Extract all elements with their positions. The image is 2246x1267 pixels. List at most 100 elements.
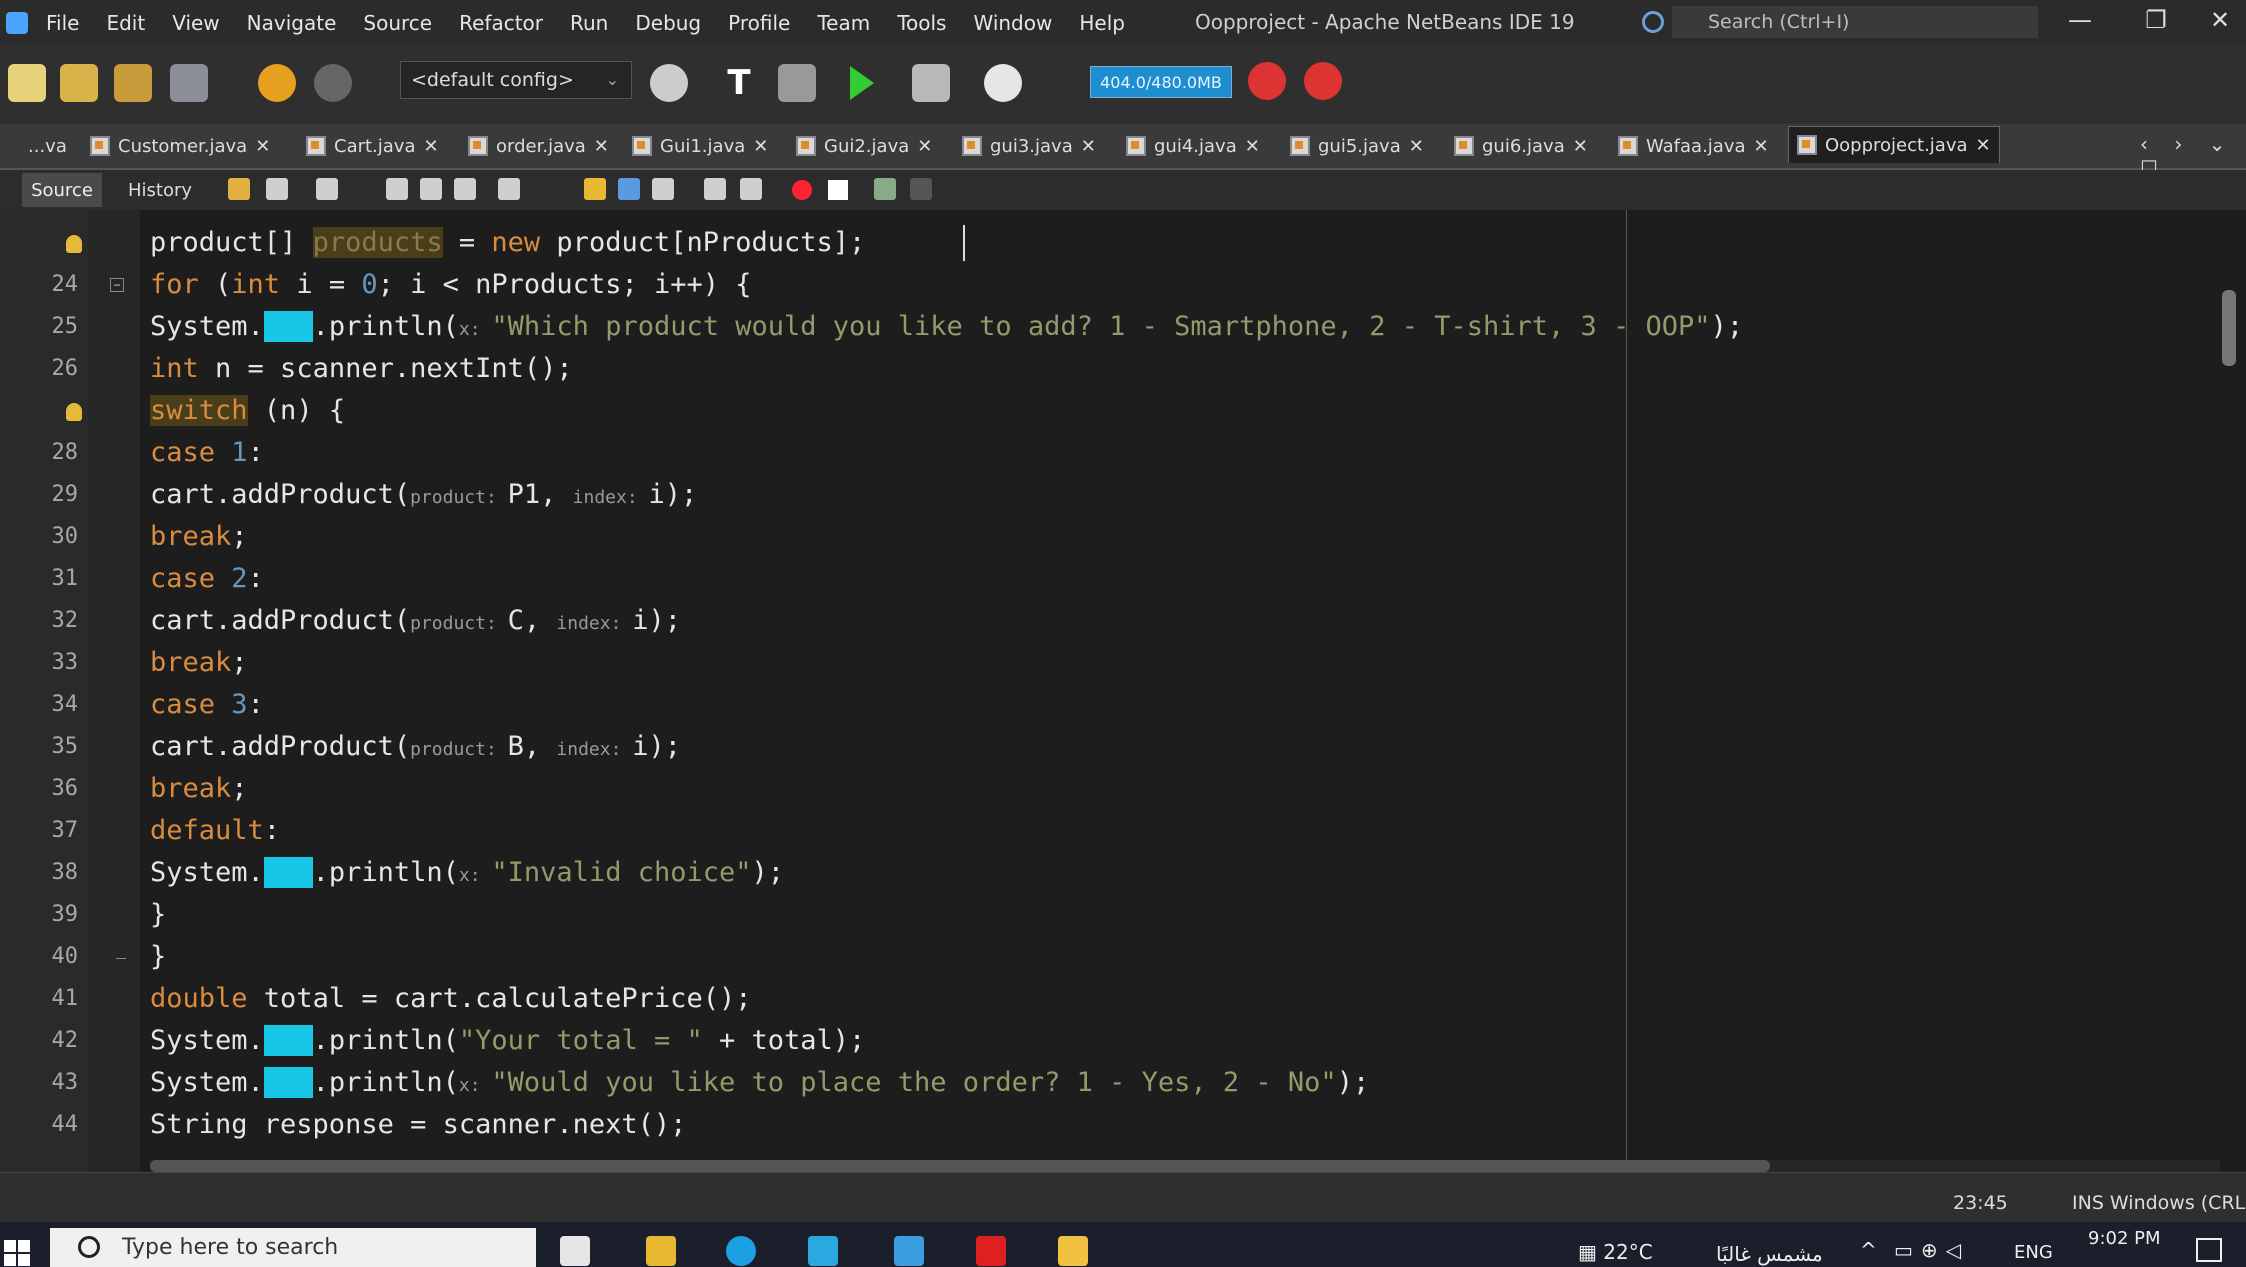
close-icon[interactable]: ✕	[917, 136, 932, 157]
tab-order[interactable]: order.java ✕	[468, 128, 609, 164]
maximize-button[interactable]: ❐	[2136, 6, 2176, 34]
save-all-icon[interactable]	[170, 64, 208, 102]
clean-build-icon[interactable]	[778, 64, 816, 102]
close-icon[interactable]: ✕	[1976, 135, 1991, 156]
tab-oopproject[interactable]: Oopproject.java ✕	[1788, 126, 2000, 163]
find-next-icon[interactable]	[454, 178, 476, 200]
tab-customer[interactable]: Customer.java ✕	[90, 128, 270, 164]
shift-left-icon[interactable]	[704, 178, 726, 200]
code-line[interactable]: 35 cart.addProduct(product: B, index: i)…	[0, 728, 2246, 770]
ide-search-input[interactable]: Search (Ctrl+I)	[1642, 6, 2038, 38]
menu-team[interactable]: Team	[817, 11, 870, 35]
netbeans-taskbar-icon[interactable]	[1058, 1236, 1088, 1266]
next-bookmark-icon[interactable]	[618, 178, 640, 200]
menu-tools[interactable]: Tools	[897, 11, 946, 35]
tab-gui6[interactable]: gui6.java ✕	[1454, 128, 1588, 164]
start-macro-icon[interactable]	[792, 180, 812, 200]
code-line[interactable]: 24 − for (int i = 0; i < nProducts; i++)…	[0, 266, 2246, 308]
close-icon[interactable]: ✕	[255, 136, 270, 157]
run-icon[interactable]	[844, 64, 882, 102]
menu-debug[interactable]: Debug	[635, 11, 701, 35]
menu-navigate[interactable]: Navigate	[247, 11, 337, 35]
close-icon[interactable]: ✕	[1081, 136, 1096, 157]
stop-macro-icon[interactable]	[828, 180, 848, 200]
tab-gui2[interactable]: Gui2.java ✕	[796, 128, 932, 164]
tab-gui4[interactable]: gui4.java ✕	[1126, 128, 1260, 164]
code-line[interactable]: 39 }	[0, 896, 2246, 938]
close-icon[interactable]: ✕	[753, 136, 768, 157]
code-line[interactable]: 43 System.out.println(x: "Would you like…	[0, 1064, 2246, 1106]
globe-icon[interactable]	[650, 64, 688, 102]
code-line[interactable]: 42 System.out.println("Your total = " + …	[0, 1022, 2246, 1064]
last-edit-icon[interactable]	[228, 178, 250, 200]
code-line[interactable]: 26 int n = scanner.nextInt();	[0, 350, 2246, 392]
back-icon[interactable]	[266, 178, 288, 200]
find-previous-icon[interactable]	[420, 178, 442, 200]
gc-icon[interactable]	[1248, 62, 1286, 100]
redo-icon[interactable]	[314, 64, 352, 102]
lightbulb-hint-icon[interactable]	[66, 235, 82, 253]
cursor-position[interactable]: 23:45	[1953, 1192, 2008, 1214]
uncomment-icon[interactable]	[910, 178, 932, 200]
comment-icon[interactable]	[874, 178, 896, 200]
close-icon[interactable]: ✕	[424, 136, 439, 157]
microsoft-store-icon[interactable]	[808, 1236, 838, 1266]
chevron-up-icon[interactable]: ^	[1860, 1238, 1877, 1262]
open-project-icon[interactable]	[114, 64, 152, 102]
tab-overflow[interactable]: ...va	[28, 128, 67, 164]
clock-time[interactable]: 9:02 PM	[2088, 1228, 2161, 1249]
code-line[interactable]: 40 }	[0, 938, 2246, 980]
tab-gui1[interactable]: Gui1.java ✕	[632, 128, 768, 164]
toggle-bookmark-icon[interactable]	[652, 178, 674, 200]
close-icon[interactable]: ✕	[1754, 136, 1769, 157]
code-line[interactable]: 37 default:	[0, 812, 2246, 854]
menu-profile[interactable]: Profile	[728, 11, 790, 35]
close-icon[interactable]: ✕	[594, 136, 609, 157]
history-view-button[interactable]: History	[118, 173, 202, 207]
code-line[interactable]: switch (n) {	[0, 392, 2246, 434]
source-view-button[interactable]: Source	[22, 173, 102, 207]
text-format-icon[interactable]: T	[720, 64, 758, 102]
new-project-icon[interactable]	[60, 64, 98, 102]
menu-window[interactable]: Window	[973, 11, 1052, 35]
tab-wafaa[interactable]: Wafaa.java ✕	[1618, 128, 1769, 164]
mail-icon[interactable]	[894, 1236, 924, 1266]
code-line[interactable]: 33 break;	[0, 644, 2246, 686]
find-selection-icon[interactable]	[386, 178, 408, 200]
code-line[interactable]: 41 double total = cart.calculatePrice();	[0, 980, 2246, 1022]
acrobat-reader-icon[interactable]	[976, 1236, 1006, 1266]
menu-edit[interactable]: Edit	[106, 11, 145, 35]
config-select[interactable]: <default config> ⌄	[400, 61, 632, 99]
code-line[interactable]: 38 System.out.println(x: "Invalid choice…	[0, 854, 2246, 896]
vertical-scrollbar[interactable]	[2222, 290, 2236, 366]
close-window-button[interactable]: ✕	[2200, 6, 2240, 34]
menu-help[interactable]: Help	[1079, 11, 1125, 35]
tab-cart[interactable]: Cart.java ✕	[306, 128, 439, 164]
previous-bookmark-icon[interactable]	[584, 178, 606, 200]
file-explorer-icon[interactable]	[646, 1236, 676, 1266]
toggle-highlight-icon[interactable]	[498, 178, 520, 200]
insert-mode-indicator[interactable]: INS Windows (CRLF)	[2072, 1192, 2246, 1214]
menu-source[interactable]: Source	[363, 11, 432, 35]
profiler-snapshot-icon[interactable]	[1304, 62, 1342, 100]
language-indicator[interactable]: ENG	[2014, 1242, 2053, 1263]
lightbulb-hint-icon[interactable]	[66, 403, 82, 421]
menu-run[interactable]: Run	[570, 11, 608, 35]
undo-icon[interactable]	[258, 64, 296, 102]
close-icon[interactable]: ✕	[1409, 136, 1424, 157]
shift-right-icon[interactable]	[740, 178, 762, 200]
forward-icon[interactable]	[316, 178, 338, 200]
close-icon[interactable]: ✕	[1573, 136, 1588, 157]
weather-widget[interactable]: ▦ 22°C	[1578, 1240, 1653, 1264]
horizontal-scrollbar[interactable]	[150, 1160, 1770, 1172]
code-line[interactable]: 25 System.out.println(x: "Which product …	[0, 308, 2246, 350]
taskbar-search-input[interactable]: Type here to search	[50, 1228, 536, 1267]
code-line[interactable]: 44 String response = scanner.next();	[0, 1106, 2246, 1148]
minimize-button[interactable]: —	[2060, 6, 2100, 34]
code-line[interactable]: product[] products = new product[nProduc…	[0, 224, 2246, 266]
code-line[interactable]: 28 case 1:	[0, 434, 2246, 476]
fold-toggle-icon[interactable]: −	[110, 278, 124, 292]
menu-file[interactable]: File	[46, 11, 79, 35]
new-file-icon[interactable]	[8, 64, 46, 102]
task-view-icon[interactable]	[560, 1236, 590, 1266]
